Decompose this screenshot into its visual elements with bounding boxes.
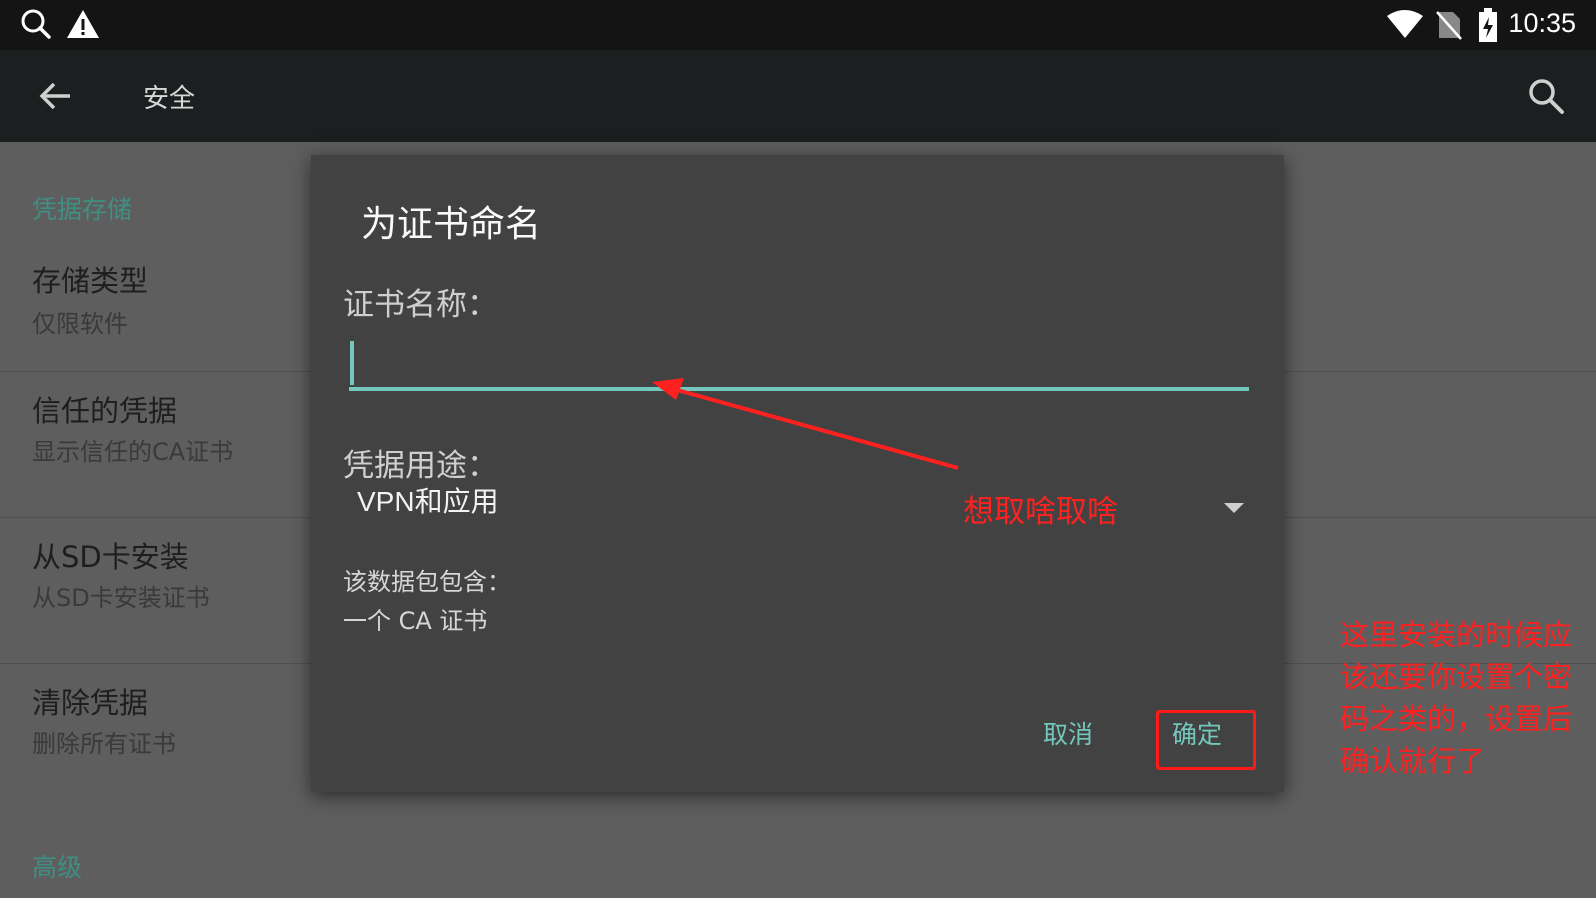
annotation-name-hint: 想取啥取啥 [963, 494, 1118, 530]
annotation-side-note: 这里安装的时候应该还要你设置个密码之类的，设置后确认就行了 [1340, 618, 1573, 778]
annotation-highlight-box [1156, 710, 1256, 770]
